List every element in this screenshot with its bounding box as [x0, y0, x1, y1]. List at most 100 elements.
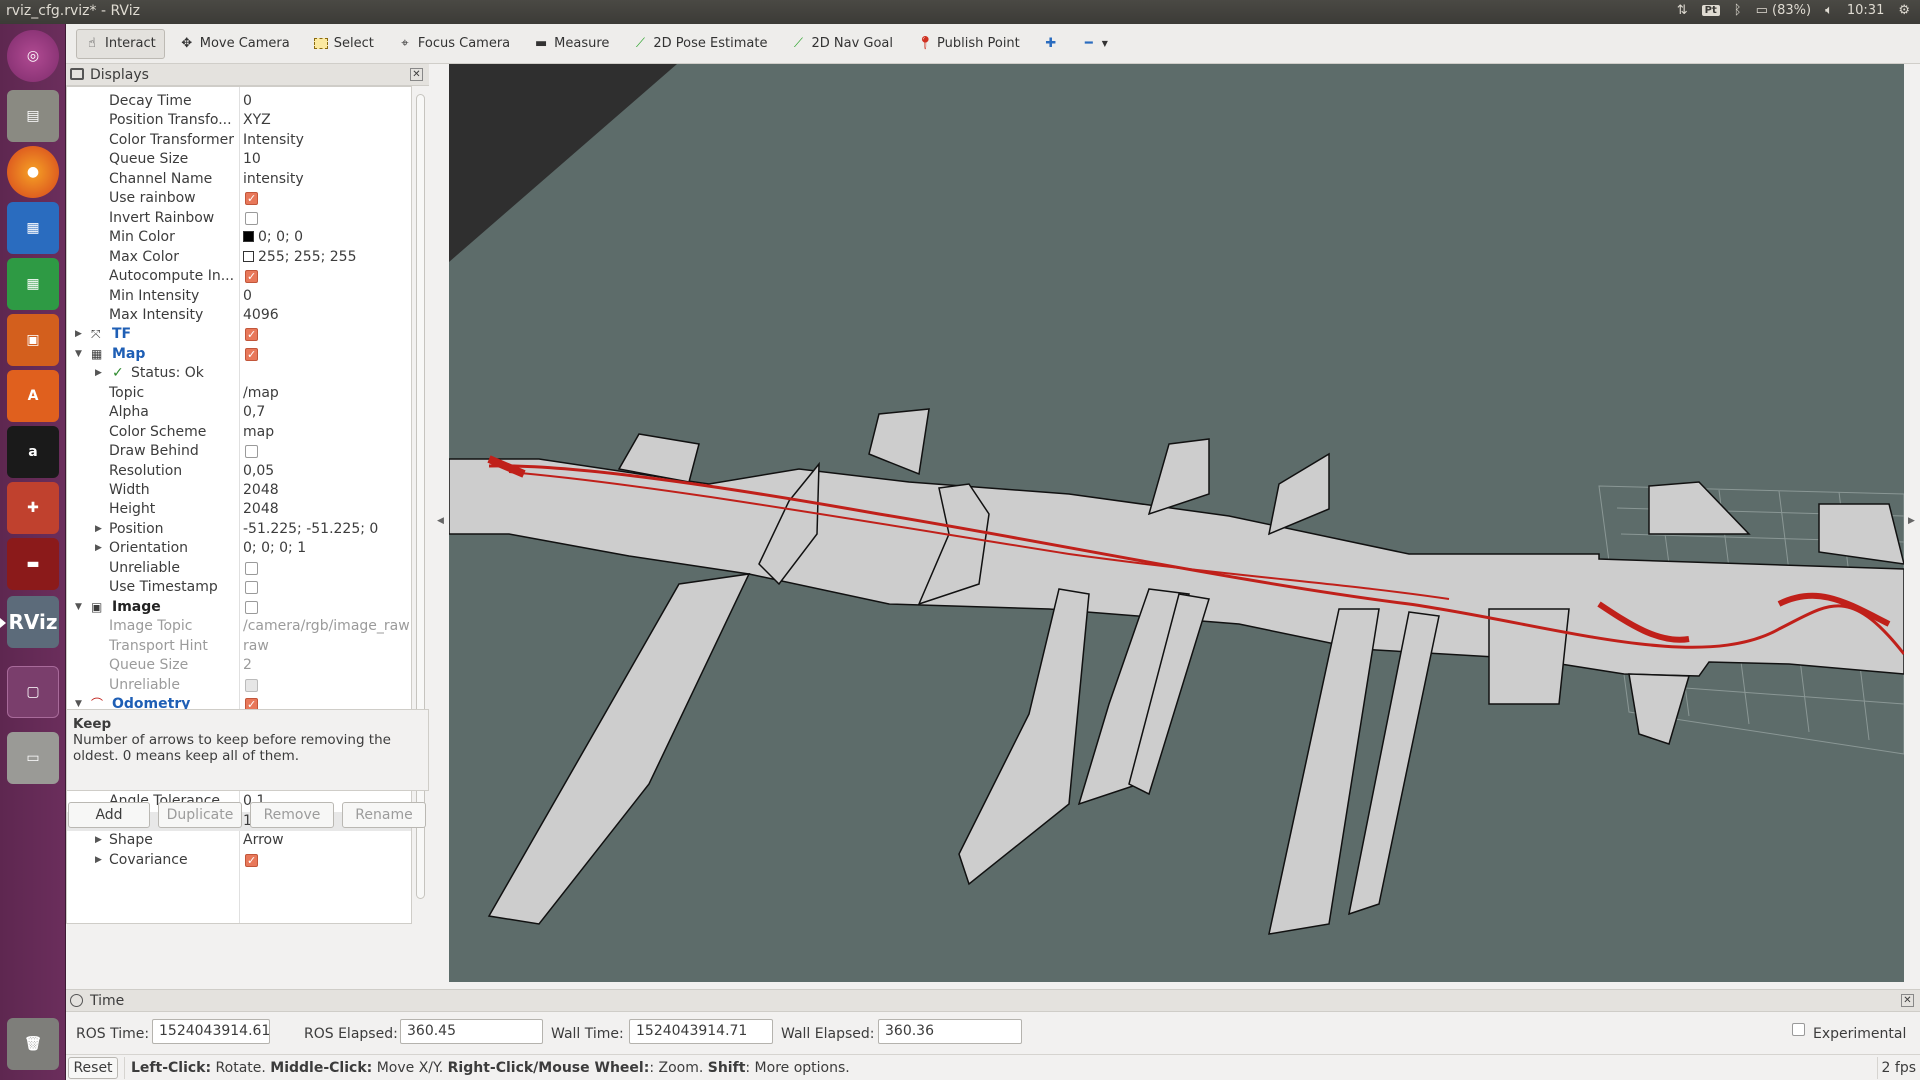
rename-display-button[interactable]: Rename: [342, 802, 426, 828]
property-row[interactable]: Height 2048: [67, 500, 411, 519]
property-checkbox[interactable]: [245, 211, 258, 225]
close-panel-icon[interactable]: ✕: [1901, 994, 1914, 1007]
property-checkbox[interactable]: [245, 851, 258, 870]
property-checkbox[interactable]: [245, 561, 258, 575]
property-row[interactable]: Color Transformer Intensity: [67, 131, 411, 150]
property-checkbox[interactable]: [245, 445, 258, 459]
wall-time-field[interactable]: 1524043914.71: [629, 1019, 773, 1044]
expanded-arrow-icon[interactable]: ▼: [75, 598, 82, 617]
tool-measure[interactable]: ▬ Measure: [525, 29, 618, 59]
property-value[interactable]: 2048: [243, 500, 279, 519]
workspace-switcher-icon[interactable]: ▢: [7, 666, 59, 718]
property-row[interactable]: Draw Behind: [67, 442, 411, 461]
property-value[interactable]: 0,05: [243, 462, 274, 481]
tool-move-camera[interactable]: ✥ Move Camera: [171, 29, 299, 59]
property-value[interactable]: -51.225; -51.225; 0: [243, 520, 378, 539]
display-item[interactable]: ▶ ⤧ TF: [67, 325, 411, 344]
property-row[interactable]: Max Intensity 4096: [67, 306, 411, 325]
settings-gear-icon[interactable]: ⚙: [1898, 3, 1910, 18]
expanded-arrow-icon[interactable]: ▼: [75, 345, 82, 364]
close-panel-icon[interactable]: ✕: [410, 68, 423, 81]
3d-render-viewport[interactable]: [449, 64, 1904, 982]
tool-interact[interactable]: ☝ Interact: [76, 28, 165, 59]
property-row[interactable]: Position Transfo... XYZ: [67, 111, 411, 130]
collapsed-arrow-icon[interactable]: ▶: [95, 831, 102, 850]
reset-button[interactable]: Reset: [68, 1057, 118, 1079]
property-checkbox[interactable]: [245, 678, 258, 692]
property-row[interactable]: Color Scheme map: [67, 423, 411, 442]
property-row[interactable]: Queue Size 10: [67, 150, 411, 169]
collapsed-arrow-icon[interactable]: ▶: [95, 539, 102, 558]
property-row[interactable]: Use rainbow: [67, 189, 411, 208]
property-row[interactable]: Decay Time 0: [67, 92, 411, 111]
property-row[interactable]: ▶ Orientation 0; 0; 0; 1: [67, 539, 411, 558]
property-value[interactable]: 2: [243, 656, 252, 675]
property-checkbox[interactable]: [245, 345, 258, 364]
collapsed-arrow-icon[interactable]: ▶: [95, 851, 102, 870]
wall-elapsed-field[interactable]: 360.36: [878, 1019, 1022, 1044]
property-value[interactable]: 0,7: [243, 403, 265, 422]
collapsed-arrow-icon[interactable]: ▶: [75, 325, 82, 344]
property-row[interactable]: Unreliable: [67, 676, 411, 695]
property-value[interactable]: XYZ: [243, 111, 271, 130]
property-row[interactable]: Topic/map: [67, 384, 411, 403]
property-checkbox[interactable]: [245, 581, 258, 595]
collapsed-arrow-icon[interactable]: ▶: [95, 520, 102, 539]
tool-2d-pose-estimate[interactable]: ⟋ 2D Pose Estimate: [624, 29, 776, 59]
libreoffice-calc-icon[interactable]: ▦: [7, 258, 59, 310]
ros-elapsed-field[interactable]: 360.45: [400, 1019, 543, 1044]
property-checkbox[interactable]: [245, 325, 258, 344]
ros-time-field[interactable]: 1524043914.61: [152, 1019, 270, 1044]
property-row[interactable]: ▶ ✓ Status: Ok: [67, 364, 411, 383]
add-display-button[interactable]: Add: [68, 802, 150, 828]
experimental-checkbox[interactable]: [1792, 1023, 1805, 1036]
property-value[interactable]: 0: [243, 92, 252, 111]
collapse-right-handle[interactable]: ▶: [1908, 516, 1918, 528]
display-item[interactable]: ▼ ▦ Map: [67, 345, 411, 364]
keyboard-layout-indicator[interactable]: Pt: [1701, 5, 1720, 16]
libreoffice-impress-icon[interactable]: ▣: [7, 314, 59, 366]
property-row[interactable]: ▶ Shape Arrow: [67, 831, 411, 850]
property-row[interactable]: Invert Rainbow: [67, 209, 411, 228]
property-value[interactable]: 4096: [243, 306, 279, 325]
property-value[interactable]: intensity: [243, 170, 304, 189]
property-value[interactable]: 0; 0; 0: [243, 228, 303, 247]
property-row[interactable]: Min Intensity 0: [67, 287, 411, 306]
amazon-icon[interactable]: a: [7, 426, 59, 478]
property-row[interactable]: Channel Name intensity: [67, 170, 411, 189]
property-checkbox[interactable]: [245, 267, 258, 286]
property-checkbox[interactable]: [245, 600, 258, 614]
tool-select[interactable]: Select: [305, 29, 383, 59]
property-row[interactable]: Transport Hint raw: [67, 637, 411, 656]
property-row[interactable]: Autocompute In...: [67, 267, 411, 286]
property-checkbox[interactable]: [245, 189, 258, 208]
property-row[interactable]: ▶ Covariance: [67, 851, 411, 870]
libreoffice-writer-icon[interactable]: ▦: [7, 202, 59, 254]
property-value[interactable]: raw: [243, 637, 269, 656]
property-value[interactable]: 0: [243, 287, 252, 306]
clock[interactable]: 10:31: [1847, 3, 1884, 18]
remove-display-button[interactable]: Remove: [250, 802, 334, 828]
duplicate-display-button[interactable]: Duplicate: [158, 802, 242, 828]
property-row[interactable]: ▶ Position -51.225; -51.225; 0: [67, 520, 411, 539]
property-value[interactable]: Arrow: [243, 831, 284, 850]
add-tool-button[interactable]: ✚: [1035, 29, 1067, 59]
bluetooth-icon[interactable]: ᛒ: [1734, 3, 1742, 18]
property-value[interactable]: 10: [243, 150, 261, 169]
volume-icon[interactable]: 🔈︎: [1825, 3, 1833, 18]
property-row[interactable]: Resolution 0,05: [67, 462, 411, 481]
collapse-left-handle[interactable]: ◀: [437, 516, 447, 528]
monitor-app-icon[interactable]: ▬: [7, 538, 59, 590]
display-item[interactable]: ▼ ▣ Image: [67, 598, 411, 617]
property-row[interactable]: Min Color 0; 0; 0: [67, 228, 411, 247]
property-row[interactable]: Use Timestamp: [67, 578, 411, 597]
property-row[interactable]: Image Topic/camera/rgb/image_raw: [67, 617, 411, 636]
property-value[interactable]: /camera/rgb/image_raw: [243, 617, 410, 636]
software-center-icon[interactable]: A: [7, 370, 59, 422]
property-row[interactable]: Unreliable: [67, 559, 411, 578]
property-value[interactable]: map: [243, 423, 274, 442]
network-arrows-icon[interactable]: ⇅: [1677, 3, 1688, 18]
firefox-icon[interactable]: ●: [7, 146, 59, 198]
files-icon[interactable]: ▤: [7, 90, 59, 142]
system-settings-icon[interactable]: ✚: [7, 482, 59, 534]
